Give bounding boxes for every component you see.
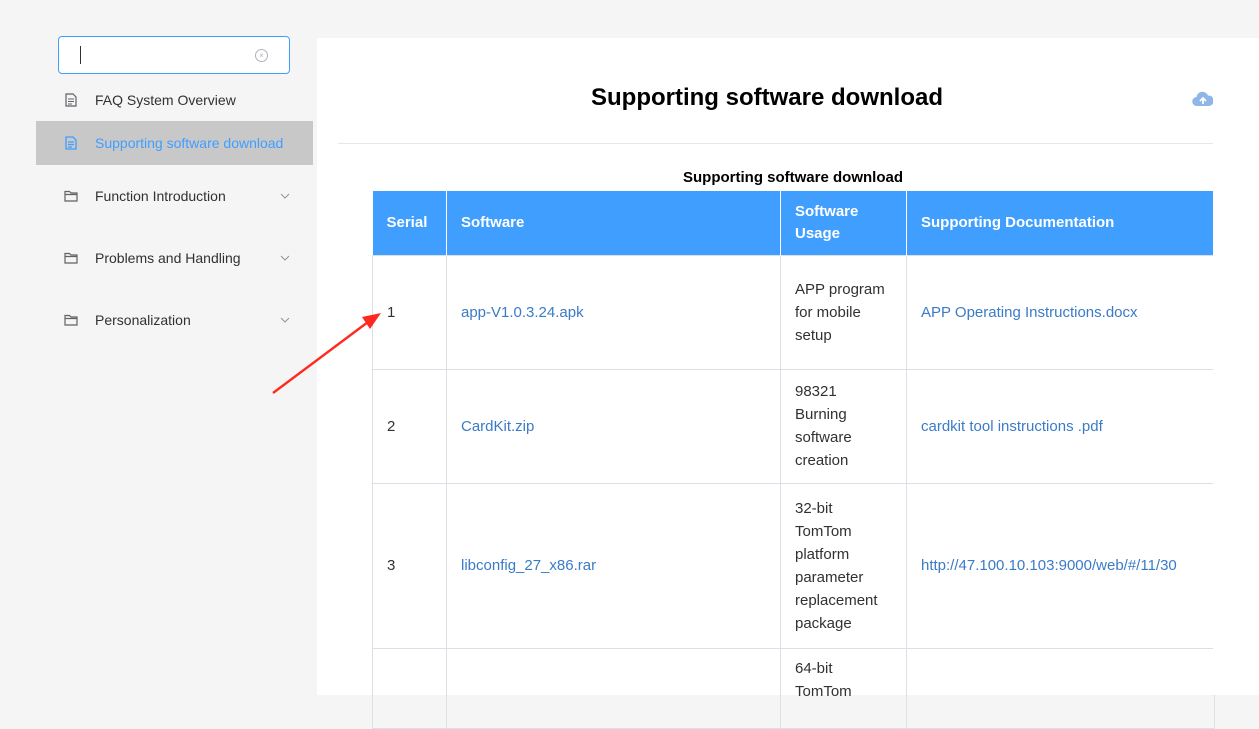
- divider: [338, 143, 1224, 144]
- sidebar: × FAQ System Overview Supporting softwar…: [0, 0, 315, 695]
- software-cell: CardKit.zip: [446, 368, 781, 484]
- doc-link[interactable]: cardkit tool instructions .pdf: [921, 418, 1103, 435]
- table-header-row: Serial Software Software Usage Supportin…: [372, 191, 1215, 255]
- sidebar-item-label: Function Introduction: [95, 188, 226, 204]
- sidebar-item-problems-handling[interactable]: Problems and Handling: [0, 236, 315, 280]
- sidebar-item-function-introduction[interactable]: Function Introduction: [0, 174, 315, 218]
- serial-cell: 2: [372, 368, 447, 484]
- doc-cell: http://47.100.10.103:9000/web/#/11/30: [906, 482, 1215, 649]
- software-table: Serial Software Software Usage Supportin…: [372, 191, 1215, 729]
- header-serial: Serial: [372, 191, 447, 255]
- cloud-upload-icon[interactable]: [1192, 90, 1214, 108]
- table-caption: Supporting software download: [683, 169, 903, 186]
- doc-cell: cardkit tool instructions .pdf: [906, 368, 1215, 484]
- text-cursor: [80, 46, 81, 64]
- sidebar-item-software-download[interactable]: Supporting software download: [36, 121, 313, 165]
- search-input[interactable]: ×: [58, 36, 290, 74]
- usage-cell: 32-bit TomTom platform parameter replace…: [780, 482, 907, 649]
- folder-icon: [64, 252, 78, 264]
- header-supporting-documentation: Supporting Documentation: [906, 191, 1215, 255]
- software-link[interactable]: app-V1.0.3.24.apk: [461, 304, 584, 321]
- doc-link[interactable]: APP Operating Instructions.docx: [921, 304, 1138, 321]
- software-cell: libconfig_27_x86.rar: [446, 482, 781, 649]
- content-panel: Supporting software download Supporting …: [317, 38, 1259, 729]
- table-row: 2 CardKit.zip 98321 Burning software cre…: [372, 368, 1215, 484]
- software-cell: app-V1.0.3.24.apk: [446, 254, 781, 370]
- serial-cell: 3: [372, 482, 447, 649]
- usage-cell: 98321 Burning software creation: [780, 368, 907, 484]
- folder-icon: [64, 190, 78, 202]
- doc-cell: APP Operating Instructions.docx: [906, 254, 1215, 370]
- folder-icon: [64, 314, 78, 326]
- sidebar-item-faq-overview[interactable]: FAQ System Overview: [0, 78, 315, 122]
- serial-cell: 1: [372, 254, 447, 370]
- usage-cell: APP program for mobile setup: [780, 254, 907, 370]
- sidebar-item-personalization[interactable]: Personalization: [0, 298, 315, 342]
- document-icon: [65, 136, 77, 150]
- sidebar-item-label: Supporting software download: [95, 135, 284, 151]
- table-row: 3 libconfig_27_x86.rar 32-bit TomTom pla…: [372, 482, 1215, 649]
- doc-link[interactable]: http://47.100.10.103:9000/web/#/11/30: [921, 557, 1177, 574]
- sidebar-item-label: FAQ System Overview: [95, 92, 236, 108]
- serial-cell: [372, 647, 447, 729]
- header-software-usage: Software Usage: [780, 191, 907, 255]
- software-link[interactable]: CardKit.zip: [461, 418, 534, 435]
- chevron-down-icon[interactable]: [279, 252, 291, 264]
- header-software: Software: [446, 191, 781, 255]
- page-title: Supporting software download: [591, 84, 943, 111]
- document-icon: [65, 93, 77, 107]
- clear-icon[interactable]: ×: [255, 49, 268, 62]
- table-row: 1 app-V1.0.3.24.apk APP program for mobi…: [372, 254, 1215, 370]
- usage-cell: 64-bit TomTom: [780, 647, 907, 729]
- software-link[interactable]: libconfig_27_x86.rar: [461, 557, 596, 574]
- chevron-down-icon[interactable]: [279, 314, 291, 326]
- chevron-down-icon[interactable]: [279, 190, 291, 202]
- content-panel-edge: [1213, 38, 1259, 695]
- sidebar-item-label: Problems and Handling: [95, 250, 241, 266]
- table-row: 64-bit TomTom: [372, 647, 1215, 729]
- doc-cell: [906, 647, 1215, 729]
- sidebar-item-label: Personalization: [95, 312, 191, 328]
- software-cell: [446, 647, 781, 729]
